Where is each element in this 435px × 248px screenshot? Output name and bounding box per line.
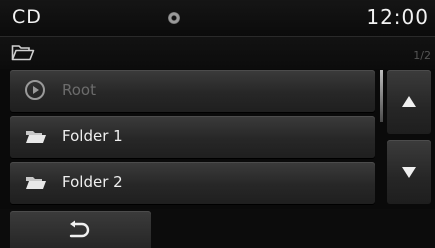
list-item-label: Folder 1 <box>62 127 123 145</box>
arrow-up-icon <box>402 96 416 107</box>
scroll-position-bar <box>380 70 383 122</box>
list-item-label: Folder 2 <box>62 173 123 191</box>
folder-icon <box>26 131 46 143</box>
play-circle-icon <box>25 80 45 100</box>
status-bar: CD 12:00 <box>0 0 435 36</box>
list-item-folder-1[interactable]: Folder 1 <box>10 116 375 158</box>
list-item-folder-2[interactable]: Folder 2 <box>10 162 375 204</box>
back-button[interactable] <box>10 211 151 248</box>
folder-icon <box>26 177 46 189</box>
arrow-down-icon <box>402 167 416 178</box>
bottom-bar <box>0 209 435 248</box>
folder-path-row: 1/2 <box>0 36 435 69</box>
open-folder-icon <box>11 45 35 61</box>
scroll-up-button[interactable] <box>387 70 431 134</box>
clock: 12:00 <box>366 5 429 29</box>
list-item-label: Root <box>62 81 96 99</box>
page-indicator: 1/2 <box>413 49 431 62</box>
back-arrow-icon <box>69 220 90 238</box>
list-item-root[interactable]: Root <box>10 70 375 112</box>
scroll-down-button[interactable] <box>387 140 431 204</box>
disc-icon <box>168 12 180 24</box>
source-label: CD <box>12 6 42 28</box>
